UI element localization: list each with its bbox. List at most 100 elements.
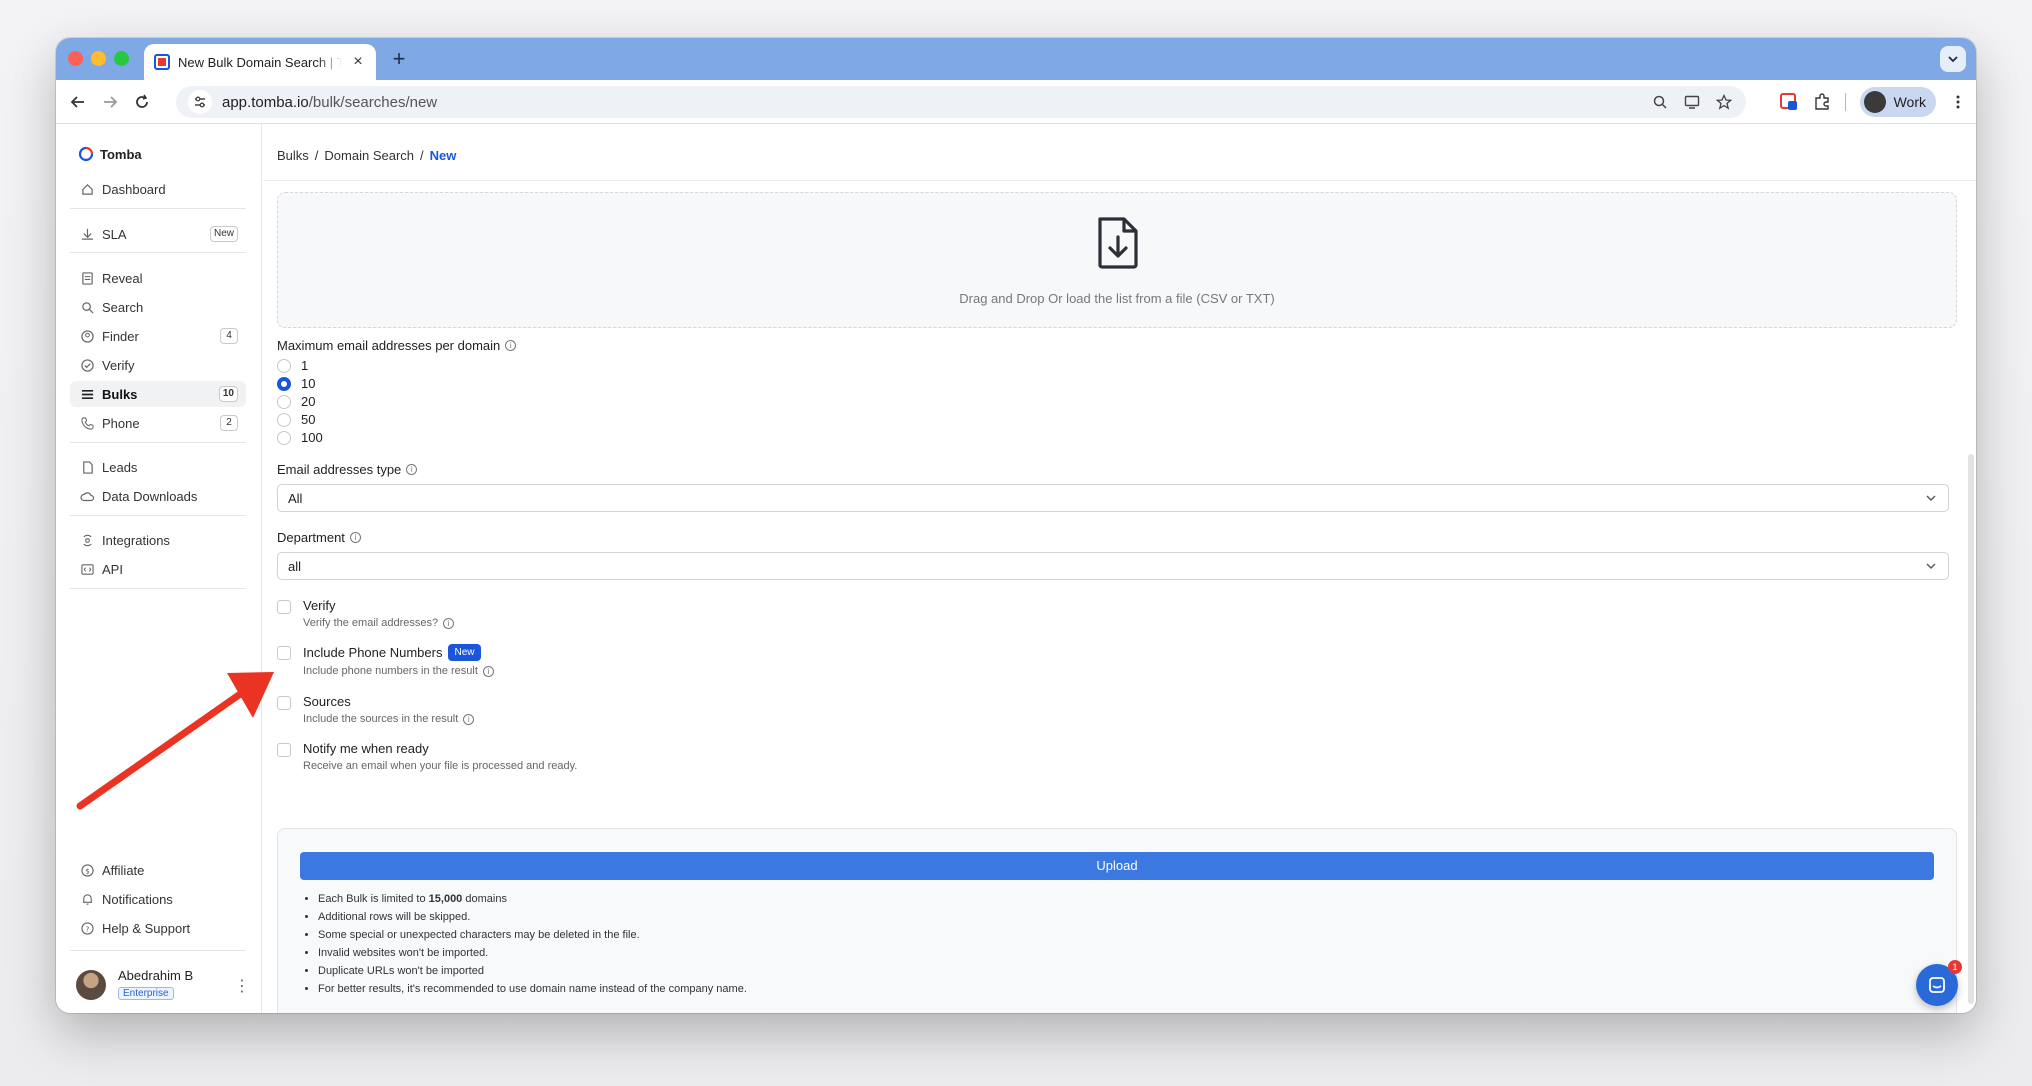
upload-button[interactable]: Upload [300,852,1934,880]
browser-window: New Bulk Domain Search | Tomba × + app.t… [56,38,1976,1013]
brand-logo[interactable]: Tomba [78,146,142,162]
browser-toolbar: app.tomba.io/bulk/searches/new Work [56,80,1976,124]
radio-option-1[interactable]: 1 [277,358,308,373]
more-vertical-icon[interactable] [1950,94,1966,110]
install-app-icon[interactable] [1684,94,1700,110]
chevron-down-icon [1926,563,1936,569]
main-content: Bulks / Domain Search / New Drag and Dro… [263,124,1976,1013]
sidebar-item-affiliate[interactable]: $ Affiliate [70,857,246,883]
tab-search-button[interactable] [1940,46,1966,72]
department-select[interactable]: all [277,552,1949,580]
sla-new-badge: New [209,226,238,242]
sidebar-item-help-support[interactable]: ? Help & Support [70,915,246,941]
sidebar-item-reveal[interactable]: Reveal [70,265,246,291]
info-icon[interactable]: i [406,464,418,475]
info-icon[interactable]: i [443,617,455,629]
address-bar[interactable]: app.tomba.io/bulk/searches/new [176,86,1746,118]
notify-option[interactable]: Notify me when ready Receive an email wh… [277,741,577,772]
tomba-favicon-icon [154,54,170,70]
reload-button[interactable] [130,90,154,114]
profile-button[interactable]: Work [1859,87,1936,117]
sidebar-item-label: Integrations [102,532,170,548]
sidebar-item-label: Data Downloads [102,488,198,504]
sidebar-item-notifications[interactable]: Notifications [70,886,246,912]
site-info-icon[interactable] [188,90,212,114]
note-item: Additional rows will be skipped. [318,911,747,923]
extensions-puzzle-icon[interactable] [1813,93,1831,111]
radio-option-10[interactable]: 10 [277,376,315,391]
radio-option-50[interactable]: 50 [277,412,315,427]
browser-tab-active[interactable]: New Bulk Domain Search | Tomba × [144,44,376,80]
sidebar-item-verify[interactable]: Verify [70,352,246,378]
sidebar-item-label: Search [102,299,144,315]
info-icon[interactable]: i [463,713,475,725]
chat-launcher-button[interactable]: 1 [1916,960,1962,1006]
breadcrumb-bulks[interactable]: Bulks [277,148,309,163]
zoom-icon[interactable] [1652,94,1668,110]
select-value: all [288,558,302,574]
info-icon[interactable]: i [349,532,361,543]
sources-option[interactable]: Sources Include the sources in the resul… [277,694,475,725]
sidebar-divider [70,208,246,209]
verify-option[interactable]: Verify Verify the email addresses? i [277,598,455,629]
sidebar-item-api[interactable]: API [70,556,246,582]
user-plan-badge: Enterprise [118,987,174,1000]
note-item: For better results, it's recommended to … [318,983,747,995]
radio-option-100[interactable]: 100 [277,430,323,445]
bulks-count-badge: 10 [218,386,238,402]
radio-button-selected[interactable] [277,376,291,391]
sidebar-item-dashboard[interactable]: Dashboard [70,176,246,202]
include-phone-option[interactable]: Include Phone Numbers New Include phone n… [277,644,494,677]
sidebar-item-phone[interactable]: Phone 2 [70,410,246,436]
sidebar-item-search[interactable]: Search [70,294,246,320]
radio-button[interactable] [277,358,291,373]
sidebar-item-leads[interactable]: Leads [70,454,246,480]
new-tab-button[interactable]: + [386,46,412,72]
maximize-window-button[interactable] [114,51,129,66]
radio-button[interactable] [277,412,291,427]
email-type-select[interactable]: All [277,484,1949,512]
radio-option-20[interactable]: 20 [277,394,315,409]
svg-text:$: $ [85,866,90,875]
chevron-down-icon [1948,56,1958,63]
file-download-icon [1098,217,1138,269]
minimize-window-button[interactable] [91,51,106,66]
sidebar-item-bulks[interactable]: Bulks 10 [70,381,246,407]
tomba-extension-icon[interactable] [1779,92,1799,112]
info-icon[interactable]: i [482,665,494,677]
user-menu-icon[interactable]: ⋮ [234,976,250,996]
tab-close-icon[interactable]: × [350,53,366,71]
user-profile[interactable]: Abedrahim B Enterprise ⋮ [76,968,250,1001]
sidebar-item-label: SLA [102,226,127,242]
file-dropzone[interactable]: Drag and Drop Or load the list from a fi… [277,192,1957,328]
new-badge: New [448,644,481,661]
info-icon[interactable]: i [505,340,517,351]
help-circle-icon: ? [80,921,94,935]
user-name: Abedrahim B [118,968,194,983]
sidebar-item-data-downloads[interactable]: Data Downloads [70,483,246,509]
sidebar-item-label: Bulks [102,386,138,402]
breadcrumb-domain-search[interactable]: Domain Search [324,148,414,163]
chat-unread-badge: 1 [1948,960,1962,974]
radio-button[interactable] [277,430,291,445]
sources-checkbox[interactable] [277,696,291,710]
scrollbar-thumb[interactable] [1968,454,1974,1004]
radio-label: 10 [301,376,316,391]
check-title: Sources [303,694,351,709]
bookmark-star-icon[interactable] [1716,94,1732,110]
back-button[interactable] [66,90,90,114]
include-phone-checkbox[interactable] [277,646,291,660]
radio-button[interactable] [277,394,291,409]
note-item: Duplicate URLs won't be imported [318,965,747,977]
sidebar-item-finder[interactable]: Finder 4 [70,323,246,349]
verify-checkbox[interactable] [277,600,291,614]
close-window-button[interactable] [68,51,83,66]
sidebar-item-integrations[interactable]: Integrations [70,527,246,553]
select-value: All [288,490,303,506]
notify-checkbox[interactable] [277,743,291,757]
arrow-right-icon [104,96,118,108]
forward-button[interactable] [98,90,122,114]
sidebar-item-sla[interactable]: SLA New [70,221,246,247]
check-subtitle: Verify the email addresses? i [303,617,455,629]
bell-icon [80,892,94,906]
